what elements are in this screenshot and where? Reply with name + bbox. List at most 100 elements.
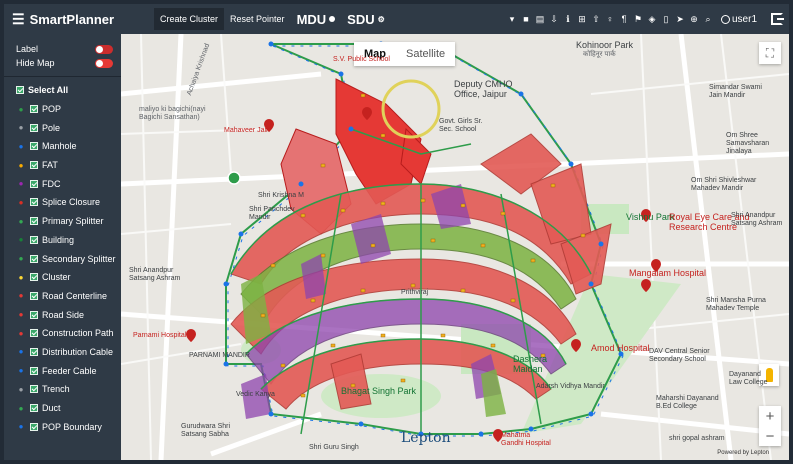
select-all-checkbox[interactable]	[16, 86, 24, 95]
layer-row[interactable]: ● Distribution Cable	[4, 343, 121, 362]
map-label-parnami-mandir: PARNAMI MANDIR	[189, 352, 250, 359]
layer-label: POP Boundary	[42, 421, 102, 432]
hide-map-toggle-text: Hide Map	[16, 58, 55, 68]
mdu-indicator-icon	[329, 16, 336, 22]
layer-row[interactable]: ● POP	[4, 100, 121, 119]
flag-icon[interactable]: ⚑	[633, 13, 643, 25]
map-label-vedic: Vedic Kanya	[236, 391, 275, 398]
layer-checkbox[interactable]	[30, 179, 38, 188]
cluster-icon: ●	[18, 272, 24, 282]
label-toggle[interactable]	[95, 44, 113, 54]
layer-row[interactable]: ● FDC	[4, 174, 121, 193]
layer-checkbox[interactable]	[30, 254, 38, 263]
add-icon[interactable]: ⊞	[577, 13, 587, 25]
map-label-omshri: Om Shree Samavsharan Jinalaya	[726, 132, 770, 156]
layer-checkbox[interactable]	[30, 404, 38, 413]
layer-label: Primary Splitter	[42, 216, 104, 227]
map-label-deputy-cmho: Deputy CMHO Office, Jaipur	[454, 79, 513, 100]
layer-checkbox[interactable]	[30, 142, 38, 151]
top-bar: ☰ SmartPlanner Create Cluster Reset Poin…	[4, 4, 789, 34]
document-icon[interactable]: ▯	[661, 13, 671, 25]
info-icon[interactable]: ℹ	[563, 13, 573, 25]
layer-row[interactable]: ● FAT	[4, 156, 121, 175]
map-label-adarsh: Adarsh Vidhya Mandir	[536, 383, 605, 390]
layer-row[interactable]: ● Duct	[4, 399, 121, 418]
filter-icon[interactable]: ▾	[507, 13, 517, 25]
square-icon[interactable]: ■	[521, 13, 531, 25]
download-icon[interactable]: ⇩	[549, 13, 559, 25]
layer-label: Construction Path	[42, 328, 114, 339]
layer-checkbox[interactable]	[30, 235, 38, 244]
user-menu[interactable]: user1	[720, 13, 757, 25]
layer-row[interactable]: ● Secondary Splitter	[4, 249, 121, 268]
layer-row[interactable]: ● Building	[4, 231, 121, 250]
fat-icon: ●	[18, 160, 24, 170]
layer-row[interactable]: ● POP Boundary	[4, 417, 121, 436]
layer-row[interactable]: ● Road Side	[4, 305, 121, 324]
map-label-gurudwara: Gurudwara Shri Satsang Sabha	[181, 423, 231, 439]
map-label-mansha: Shri Mansha Purna Mahadev Temple	[706, 297, 766, 313]
upload-icon[interactable]: ⇧	[591, 13, 601, 25]
user-name: user1	[731, 13, 757, 25]
logout-icon[interactable]	[771, 13, 784, 25]
layer-checkbox[interactable]	[30, 347, 38, 356]
layer-checkbox[interactable]	[30, 198, 38, 207]
hide-map-toggle[interactable]	[95, 58, 113, 68]
layer-checkbox[interactable]	[30, 273, 38, 282]
zoom-in-icon[interactable]: ⊕	[689, 13, 699, 25]
pin-icon[interactable]: ¶	[619, 13, 629, 25]
print-icon[interactable]: ▤	[535, 13, 545, 25]
map-type-satellite-button[interactable]: Satellite	[396, 42, 455, 66]
layer-row[interactable]: ● Road Centerline	[4, 287, 121, 306]
toolbar: ▾ ■ ▤ ⇩ ℹ ⊞ ⇧ ♀ ¶ ⚑ ◈ ▯ ➤ ⊕ ⌕ user1	[507, 13, 789, 25]
layer-checkbox[interactable]	[30, 123, 38, 132]
layer-row[interactable]: ● Manhole	[4, 137, 121, 156]
reset-pointer-button[interactable]: Reset Pointer	[224, 8, 291, 30]
target-icon[interactable]: ◈	[647, 13, 657, 25]
road-side-icon: ●	[18, 310, 24, 320]
search-icon[interactable]: ⌕	[703, 13, 713, 25]
layer-checkbox[interactable]	[30, 310, 38, 319]
layer-row[interactable]: ● Cluster	[4, 268, 121, 287]
layer-row[interactable]: ● Pole	[4, 118, 121, 137]
layer-checkbox[interactable]	[30, 105, 38, 114]
layer-checkbox[interactable]	[30, 422, 38, 431]
map-label-sv-public: S.V. Public School	[333, 56, 390, 63]
layer-checkbox[interactable]	[30, 329, 38, 338]
layer-checkbox[interactable]	[30, 291, 38, 300]
tab-mdu[interactable]: MDU	[291, 12, 342, 27]
layer-row[interactable]: ● Feeder Cable	[4, 361, 121, 380]
map-label-maliyo: maliyo ki bagichi(nayi Bagichi Sansathan…	[139, 106, 206, 122]
select-all-row[interactable]: Select All	[4, 81, 121, 100]
create-cluster-button[interactable]: Create Cluster	[154, 8, 225, 30]
pop-boundary-icon: ●	[18, 422, 24, 432]
layer-panel: Label Hide Map Select All ● POP ● Pole ● Manh…	[4, 34, 121, 460]
manhole-icon: ●	[18, 141, 24, 151]
layer-row[interactable]: ● Construction Path	[4, 324, 121, 343]
zoom-in-button[interactable]: +	[759, 406, 781, 426]
layer-row[interactable]: ● Primary Splitter	[4, 212, 121, 231]
zoom-out-button[interactable]: −	[759, 426, 781, 446]
layer-checkbox[interactable]	[30, 161, 38, 170]
label-toggle-text: Label	[16, 44, 39, 54]
layer-checkbox[interactable]	[30, 366, 38, 375]
divider	[4, 76, 121, 77]
marker-icon[interactable]: ♀	[605, 13, 615, 25]
fullscreen-icon[interactable]: ⛶	[759, 42, 781, 64]
layer-label: Road Centerline	[42, 290, 108, 301]
navigate-icon[interactable]: ➤	[675, 13, 685, 25]
layer-checkbox[interactable]	[30, 217, 38, 226]
layer-label: Pole	[42, 122, 61, 133]
layer-row[interactable]: ● Splice Closure	[4, 193, 121, 212]
select-all-label: Select All	[28, 85, 69, 96]
tab-sdu[interactable]: SDU ⚙	[341, 12, 391, 27]
layer-label: Splice Closure	[42, 197, 101, 208]
fdc-icon: ●	[18, 179, 24, 189]
construction-path-icon: ●	[18, 328, 24, 338]
menu-icon[interactable]: ☰	[12, 12, 25, 26]
layer-row[interactable]: ● Trench	[4, 380, 121, 399]
map-label-amod: Amod Hospital	[591, 343, 650, 353]
layer-checkbox[interactable]	[30, 385, 38, 394]
map-canvas[interactable]: Map Satellite ⛶ + − Lepton Powered by Le…	[121, 34, 789, 460]
map-label-parnami: Parnami Hospital	[133, 332, 187, 339]
